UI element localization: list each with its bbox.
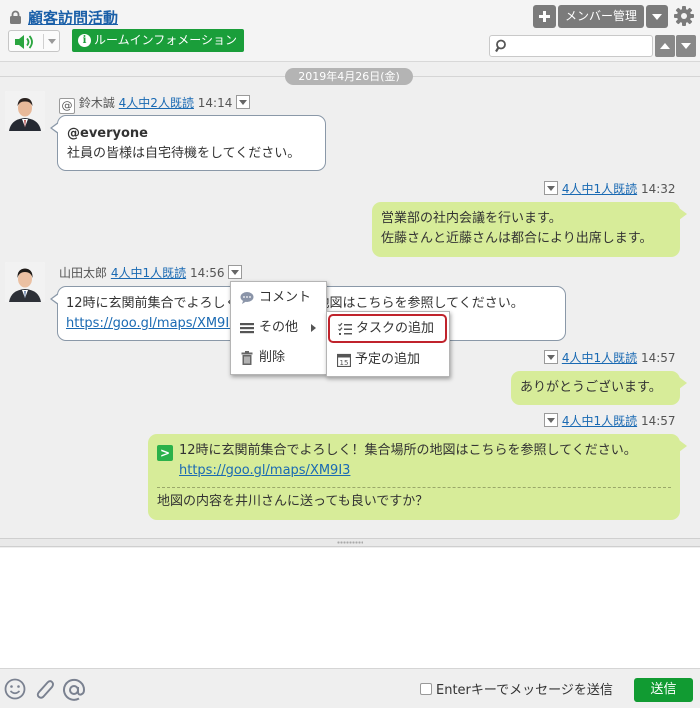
svg-text:15: 15	[340, 359, 349, 367]
message-text: 社員の皆様は自宅待機をしてください。	[67, 146, 301, 161]
enter-to-send-label: Enterキーでメッセージを送信	[436, 683, 613, 698]
search-input[interactable]	[512, 37, 650, 55]
speaker-icon	[15, 35, 33, 49]
comment-icon	[240, 292, 254, 304]
sender-name: 鈴木誠	[78, 96, 115, 110]
message-menu-button[interactable]	[228, 265, 243, 279]
mention-icon[interactable]	[62, 678, 86, 702]
drag-handle-icon	[337, 541, 363, 544]
read-status-link[interactable]: 4人中1人既読	[111, 266, 186, 280]
member-management-button[interactable]: メンバー管理	[558, 5, 644, 28]
gear-icon[interactable]	[673, 5, 695, 27]
message-meta: 4人中1人既読 14:57	[544, 349, 676, 366]
notification-sound-button[interactable]	[8, 30, 60, 52]
message-bubble: ありがとうございます。	[511, 371, 687, 405]
menu-item-other[interactable]: その他	[231, 314, 326, 342]
search-prev-button[interactable]	[655, 35, 675, 57]
resize-splitter[interactable]	[0, 538, 700, 547]
message-meta: @ 鈴木誠 4人中2人既読 14:14	[59, 94, 251, 114]
menu-item-comment[interactable]: コメント	[231, 284, 326, 312]
sender-name: 山田太郎	[59, 266, 108, 280]
date-separator: 2019年4月26日(金)	[285, 68, 413, 85]
message-meta: 4人中1人既読 14:32	[544, 180, 676, 197]
trash-icon	[241, 351, 253, 365]
room-information-label: ルームインフォメーション	[94, 33, 238, 47]
room-information-button[interactable]: i ルームインフォメーション	[72, 29, 245, 52]
quote-icon: >	[157, 445, 173, 461]
compose-footer: Enterキーでメッセージを送信 送信	[0, 668, 700, 708]
read-status-link[interactable]: 4人中1人既読	[562, 182, 637, 196]
message-text: 佐藤さんと近藤さんは都合により出席します。	[381, 231, 653, 246]
message-menu-button[interactable]	[544, 181, 558, 195]
submenu-item-add-task[interactable]: タスクの追加	[328, 314, 447, 343]
message-compose-input[interactable]	[0, 548, 700, 668]
message-context-menu: コメント その他 削除	[230, 281, 327, 375]
attachment-icon[interactable]	[32, 678, 56, 700]
message-time: 14:57	[640, 351, 676, 365]
message-menu-button[interactable]	[236, 95, 251, 109]
room-header: 顧客訪問活動 i ルームインフォメーション メンバー管理	[0, 0, 700, 62]
message-bubble: 営業部の社内会議を行います。 佐藤さんと近藤さんは都合により出席します。	[372, 202, 687, 257]
calendar-icon: 15	[337, 353, 351, 367]
avatar[interactable]	[5, 262, 45, 302]
message-menu-button[interactable]	[544, 350, 558, 364]
read-status-link[interactable]: 4人中1人既読	[562, 351, 637, 365]
task-list-icon	[338, 322, 352, 335]
other-submenu: タスクの追加 15 予定の追加	[326, 311, 450, 377]
search-icon	[495, 39, 506, 53]
mention-icon: @	[59, 98, 75, 114]
lock-icon	[10, 10, 21, 24]
message-time: 14:32	[640, 182, 676, 196]
enter-to-send-checkbox[interactable]	[420, 683, 432, 695]
message-time: 14:57	[640, 414, 676, 428]
message-link[interactable]: https://goo.gl/maps/XM9I3	[179, 461, 350, 481]
room-title[interactable]: 顧客訪問活動	[28, 7, 118, 28]
message-meta: 山田太郎 4人中1人既読 14:56	[59, 264, 243, 281]
message-bubble: @everyone 社員の皆様は自宅待機をしてください。	[50, 115, 326, 171]
message-menu-button[interactable]	[544, 413, 558, 427]
read-status-link[interactable]: 4人中2人既読	[119, 96, 194, 110]
chevron-right-icon	[311, 324, 316, 332]
message-bubble: > 12時に玄関前集合でよろしく！集合場所の地図はこちらを参照してください。 h…	[148, 434, 687, 520]
message-mention: @everyone	[67, 126, 148, 141]
menu-item-delete[interactable]: 削除	[231, 344, 326, 372]
quoted-text: 12時に玄関前集合でよろしく！集合場所の地図はこちらを参照してください。	[179, 443, 637, 458]
message-text: 営業部の社内会議を行います。	[381, 211, 562, 226]
message-meta: 4人中1人既読 14:57	[544, 412, 676, 429]
message-time: 14:56	[189, 266, 225, 280]
message-link[interactable]: https://goo.gl/maps/XM9I3	[66, 316, 237, 331]
info-icon: i	[78, 34, 91, 47]
message-search[interactable]	[489, 35, 653, 57]
member-dropdown-button[interactable]	[646, 5, 668, 28]
message-text: ありがとうございます。	[520, 380, 662, 395]
send-button[interactable]: 送信	[634, 678, 693, 702]
read-status-link[interactable]: 4人中1人既読	[562, 414, 637, 428]
submenu-item-add-schedule[interactable]: 15 予定の追加	[327, 346, 449, 374]
avatar[interactable]	[5, 91, 45, 131]
add-button[interactable]	[533, 5, 556, 28]
message-text: 地図の内容を井川さんに送っても良いですか？	[157, 494, 429, 509]
message-time: 14:14	[197, 96, 233, 110]
search-next-button[interactable]	[676, 35, 696, 57]
menu-lines-icon	[240, 323, 254, 334]
chevron-down-icon[interactable]	[48, 39, 56, 44]
emoji-icon[interactable]	[4, 678, 26, 700]
